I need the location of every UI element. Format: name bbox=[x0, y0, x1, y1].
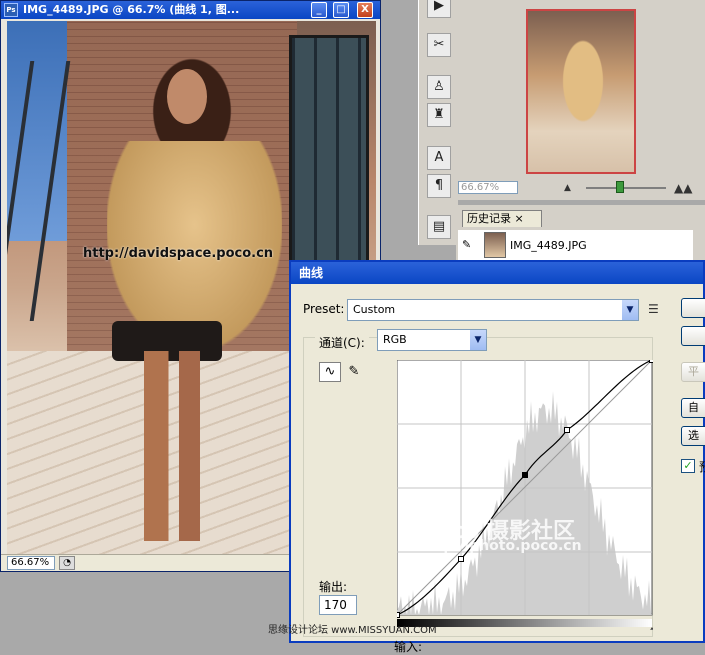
chevron-down-icon[interactable]: ▼ bbox=[470, 330, 486, 350]
curves-dialog: 曲线 Preset: Custom ▼ ☰ 通道(C): RGB ▼ ∿ ✎ 输… bbox=[289, 260, 705, 654]
history-tab-label: 历史记录 bbox=[467, 212, 511, 225]
photoshop-icon: Ps bbox=[4, 3, 18, 17]
pencil-icon[interactable]: ✎ bbox=[343, 362, 365, 382]
channel-value: RGB bbox=[383, 333, 407, 346]
preset-dropdown[interactable]: Custom ▼ bbox=[347, 299, 639, 321]
input-label: 输入: bbox=[394, 640, 423, 654]
zoom-out-icon[interactable]: ▲ bbox=[564, 183, 571, 193]
toolbox-panel: ▶ ✂ ♙ ♜ A ¶ ▤ bbox=[418, 0, 458, 245]
photo-watermark: http://davidspace.poco.cn bbox=[83, 246, 274, 261]
text-icon[interactable]: A bbox=[427, 146, 451, 170]
history-brush-icon[interactable]: ♜ bbox=[427, 103, 451, 127]
curve-point[interactable] bbox=[564, 427, 570, 433]
curve-point[interactable] bbox=[458, 556, 464, 562]
smooth-button[interactable]: 平 bbox=[681, 362, 705, 382]
history-panel: 历史记录 × ✎ IMG_4489.JPG bbox=[456, 205, 705, 265]
photo-figure-face bbox=[167, 69, 207, 124]
output-label: 输出: bbox=[319, 580, 348, 594]
output-field[interactable]: 170 bbox=[319, 595, 357, 615]
chevron-down-icon[interactable]: ▼ bbox=[622, 300, 638, 320]
preset-label: Preset: bbox=[303, 302, 345, 316]
poco-url-watermark: http://photo.poco.cn bbox=[420, 538, 582, 554]
navigator-zoom-field[interactable]: 66.67% bbox=[458, 181, 518, 194]
cancel-button[interactable] bbox=[681, 326, 705, 346]
navigator-slider-knob[interactable] bbox=[616, 181, 624, 193]
channel-label: 通道(C): bbox=[315, 334, 369, 351]
tab-history[interactable]: 历史记录 × bbox=[462, 210, 542, 227]
history-snapshot-row[interactable]: ✎ IMG_4489.JPG bbox=[458, 230, 693, 262]
image-window-titlebar[interactable]: Ps IMG_4489.JPG @ 66.7% (曲线 1, 图... _ □ … bbox=[1, 1, 380, 19]
curves-graph[interactable] bbox=[397, 360, 653, 630]
navigator-panel: 66.67% ▲ ▲▲ bbox=[456, 0, 705, 200]
preset-options-icon[interactable]: ☰ bbox=[648, 302, 659, 316]
curves-dialog-title[interactable]: 曲线 bbox=[291, 262, 703, 284]
curve-point[interactable] bbox=[649, 360, 654, 363]
photo-figure-legs bbox=[137, 351, 207, 541]
channel-dropdown[interactable]: RGB ▼ bbox=[377, 329, 487, 351]
maximize-button[interactable]: □ bbox=[333, 2, 349, 18]
zoom-in-icon[interactable]: ▲▲ bbox=[674, 181, 692, 195]
navigator-thumbnail[interactable] bbox=[526, 9, 636, 174]
close-button[interactable]: X bbox=[357, 2, 373, 18]
options-button[interactable]: 选 bbox=[681, 426, 705, 446]
notes-icon[interactable]: ▤ bbox=[427, 215, 451, 239]
ok-button[interactable] bbox=[681, 298, 705, 318]
preview-checkbox[interactable]: ✓ bbox=[681, 459, 695, 473]
curve-point[interactable] bbox=[522, 472, 528, 478]
minimize-button[interactable]: _ bbox=[311, 2, 327, 18]
curve-point[interactable] bbox=[397, 612, 400, 618]
preset-value: Custom bbox=[353, 303, 396, 316]
curve-point-tool-icon[interactable]: ∿ bbox=[319, 362, 341, 382]
history-item-label: IMG_4489.JPG bbox=[510, 239, 587, 252]
image-window-title: IMG_4489.JPG @ 66.7% (曲线 1, 图... bbox=[23, 3, 240, 16]
site-watermark: 思缘设计论坛 www.MISSYUAN.COM bbox=[268, 625, 437, 636]
brush-source-icon[interactable]: ✎ bbox=[462, 238, 471, 251]
stamp-icon[interactable]: ♙ bbox=[427, 75, 451, 99]
status-info-icon[interactable]: ◔ bbox=[59, 556, 75, 570]
preview-label: 预 bbox=[699, 458, 705, 475]
photo-building-window bbox=[289, 35, 369, 265]
pilcrow-icon[interactable]: ¶ bbox=[427, 174, 451, 198]
scissors-icon[interactable]: ✂ bbox=[427, 33, 451, 57]
zoom-field[interactable]: 66.67% bbox=[7, 556, 55, 570]
history-thumbnail bbox=[484, 232, 506, 258]
white-point-slider bbox=[650, 626, 653, 630]
navigator-zoom-slider[interactable] bbox=[586, 187, 666, 189]
auto-button[interactable]: 自 bbox=[681, 398, 705, 418]
close-icon[interactable]: × bbox=[515, 212, 524, 225]
play-icon[interactable]: ▶ bbox=[427, 0, 451, 18]
